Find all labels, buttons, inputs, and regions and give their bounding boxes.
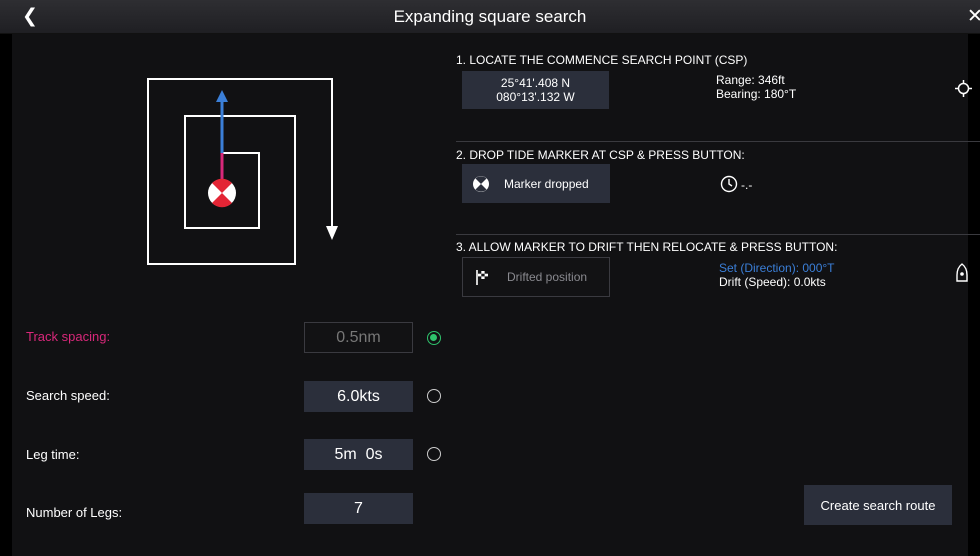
drift-speed: Drift (Speed): 0.0kts — [719, 275, 826, 289]
track-spacing-field[interactable]: 0.5nm — [304, 322, 413, 353]
set-direction: Set (Direction): 000°T — [719, 261, 835, 275]
expanding-square-diagram — [147, 78, 338, 265]
search-speed-radio[interactable] — [427, 389, 441, 403]
csp-range: Range: 346ft — [716, 73, 785, 87]
drifted-position-button[interactable]: Drifted position — [462, 257, 610, 297]
vessel-icon[interactable] — [955, 263, 969, 283]
checkered-flag-icon — [476, 270, 488, 285]
search-speed-field[interactable]: 6.0kts — [304, 381, 413, 412]
tide-marker-icon — [473, 175, 489, 192]
drifted-position-label: Drifted position — [507, 270, 588, 284]
route-end-arrow — [326, 226, 338, 240]
heading-arrow — [216, 90, 228, 102]
number-of-legs-label: Number of Legs: — [26, 505, 123, 520]
leg-time-radio[interactable] — [427, 447, 441, 461]
set-drift-info: Set (Direction): 000°T Drift (Speed): 0.… — [719, 261, 835, 289]
crosshair-icon[interactable] — [955, 80, 972, 97]
csp-longitude: 080°13'.132 W — [496, 90, 575, 104]
track-spacing-radio[interactable] — [427, 331, 441, 345]
step3-title: 3. ALLOW MARKER TO DRIFT THEN RELOCATE &… — [456, 240, 838, 254]
divider — [456, 234, 980, 235]
csp-latitude: 25°41'.408 N — [500, 76, 571, 90]
search-pattern-path — [147, 78, 333, 265]
step1-title: 1. LOCATE THE COMMENCE SEARCH POINT (CSP… — [456, 53, 748, 67]
create-search-route-button[interactable]: Create search route — [804, 485, 952, 525]
csp-position-button[interactable]: 25°41'.408 N 080°13'.132 W — [462, 71, 609, 109]
divider — [456, 141, 980, 142]
csp-bearing: Bearing: 180°T — [716, 87, 797, 101]
marker-dropped-button[interactable]: Marker dropped — [462, 164, 610, 203]
leg-time-label: Leg time: — [26, 447, 80, 462]
marker-dropped-label: Marker dropped — [504, 176, 589, 191]
tide-marker-icon — [208, 178, 236, 208]
tide-time-value: -.- — [741, 178, 753, 192]
leg-time-field[interactable]: 5m 0s — [304, 439, 413, 470]
close-icon[interactable]: ✕ — [967, 5, 980, 28]
number-of-legs-field[interactable]: 7 — [304, 493, 413, 524]
csp-range-bearing: Range: 346ft Bearing: 180°T — [716, 73, 796, 101]
track-spacing-label: Track spacing: — [26, 329, 111, 344]
search-speed-label: Search speed: — [26, 388, 110, 403]
clock-icon — [720, 175, 738, 193]
step2-title: 2. DROP TIDE MARKER AT CSP & PRESS BUTTO… — [456, 148, 745, 162]
